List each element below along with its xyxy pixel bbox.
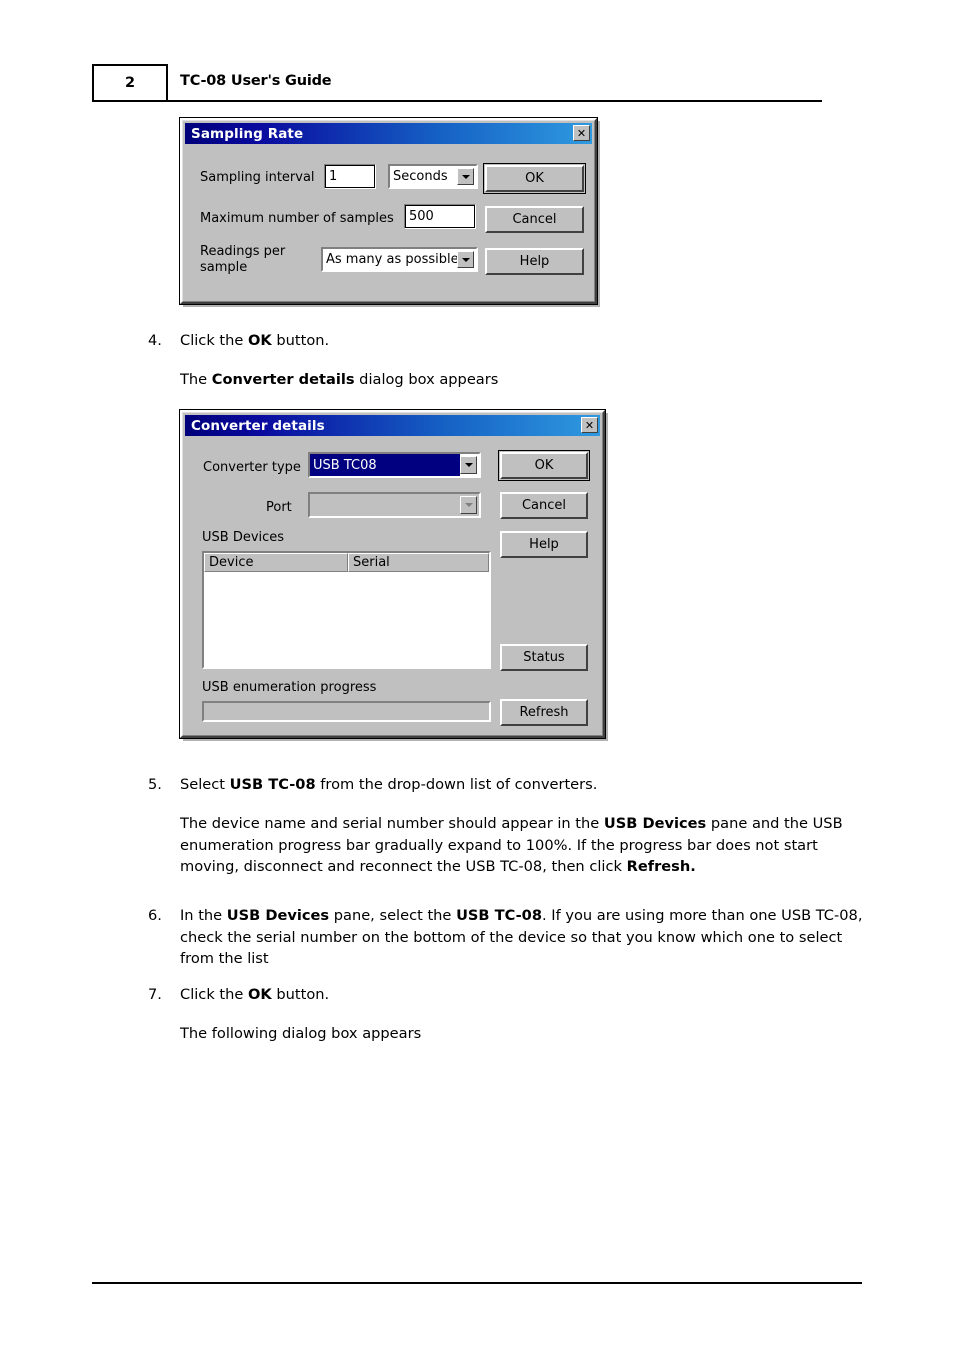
converter-type-value: USB TC08 <box>310 454 460 476</box>
max-samples-input[interactable]: 500 <box>404 204 476 229</box>
step-6-number: 6. <box>148 907 162 924</box>
step-5: 5. Select USB TC-08 from the drop-down l… <box>148 774 868 796</box>
para-4-text-before: The <box>180 371 212 388</box>
converter-details-title: Converter details <box>191 417 325 434</box>
para-5-bold-usb-devices: USB Devices <box>603 815 707 832</box>
converter-type-label: Converter type <box>203 460 301 475</box>
refresh-button[interactable]: Refresh <box>500 699 588 726</box>
sampling-rate-dialog: Sampling Rate ✕ Sampling interval 1 Seco… <box>179 117 598 305</box>
usb-enumeration-progress-bar <box>202 701 491 722</box>
sampling-interval-value: 1 <box>329 169 338 184</box>
port-label: Port <box>266 500 292 515</box>
sampling-interval-label: Sampling interval <box>200 170 315 185</box>
step-4-text: Click the OK button. <box>180 332 330 349</box>
page-number-box: 2 <box>92 64 168 102</box>
step-7: 7. Click the OK button. <box>148 984 848 1006</box>
step-5-number: 5. <box>148 776 162 793</box>
usb-enumeration-progress-label: USB enumeration progress <box>202 680 377 695</box>
help-button[interactable]: Help <box>485 248 584 275</box>
usb-devices-list-header: Device Serial <box>204 553 489 572</box>
readings-per-sample-label: Readings per sample <box>200 244 286 275</box>
column-header-device[interactable]: Device <box>204 553 348 572</box>
step-4-number: 4. <box>148 332 162 349</box>
port-combo[interactable] <box>308 492 481 518</box>
readings-per-sample-value: As many as possible <box>326 252 457 267</box>
sampling-rate-titlebar[interactable]: Sampling Rate ✕ <box>185 123 592 144</box>
help-button[interactable]: Help <box>500 531 588 558</box>
para-5-a: The device name and serial number should… <box>180 815 604 832</box>
chevron-down-icon[interactable] <box>460 496 477 514</box>
para-step-5-detail: The device name and serial number should… <box>180 813 860 878</box>
header-divider <box>168 100 822 102</box>
page-header: 2 TC-08 User's Guide <box>92 64 862 102</box>
max-samples-value: 500 <box>409 209 434 224</box>
usb-devices-label: USB Devices <box>202 530 285 545</box>
step-7-text: Click the OK button. <box>180 986 330 1003</box>
sampling-rate-title: Sampling Rate <box>191 125 304 142</box>
converter-type-combo[interactable]: USB TC08 <box>308 452 481 478</box>
sampling-interval-unit-value: Seconds <box>393 169 448 184</box>
ok-button[interactable]: OK <box>483 163 586 194</box>
para-5-bold-refresh: Refresh. <box>626 858 696 875</box>
page-title: TC-08 User's Guide <box>180 73 332 89</box>
cancel-button[interactable]: Cancel <box>500 492 588 519</box>
usb-devices-list-body[interactable] <box>204 572 489 667</box>
usb-devices-list[interactable]: Device Serial <box>202 551 491 669</box>
para-4-text-after: dialog box appears <box>354 371 499 388</box>
step-5-text: Select USB TC-08 from the drop-down list… <box>180 776 598 793</box>
chevron-down-icon[interactable] <box>457 251 474 268</box>
para-following-dialog: The following dialog box appears <box>180 1025 422 1042</box>
status-button[interactable]: Status <box>500 644 588 671</box>
chevron-down-icon[interactable] <box>460 456 477 474</box>
page-number: 2 <box>124 75 136 91</box>
cancel-button[interactable]: Cancel <box>485 206 584 233</box>
converter-details-dialog: Converter details ✕ Converter type USB T… <box>179 409 606 739</box>
footer-divider <box>92 1282 862 1284</box>
column-header-serial[interactable]: Serial <box>348 553 489 572</box>
step-6: 6. In the USB Devices pane, select the U… <box>148 905 868 970</box>
port-value <box>310 494 460 516</box>
step-4: 4. Click the OK button. <box>148 330 848 352</box>
chevron-down-icon[interactable] <box>457 168 474 185</box>
step-6-text: In the USB Devices pane, select the USB … <box>180 907 863 967</box>
close-icon[interactable]: ✕ <box>573 125 590 141</box>
step-7-number: 7. <box>148 986 162 1003</box>
close-icon[interactable]: ✕ <box>581 417 598 433</box>
converter-details-titlebar[interactable]: Converter details ✕ <box>185 415 600 436</box>
para-4-bold: Converter details <box>211 371 355 388</box>
max-samples-label: Maximum number of samples <box>200 211 394 226</box>
readings-per-sample-combo[interactable]: As many as possible <box>321 247 478 272</box>
para-converter-details: The Converter details dialog box appears <box>180 369 860 391</box>
sampling-interval-unit-combo[interactable]: Seconds <box>388 164 478 189</box>
ok-button[interactable]: OK <box>498 450 590 481</box>
sampling-interval-input[interactable]: 1 <box>324 164 376 189</box>
